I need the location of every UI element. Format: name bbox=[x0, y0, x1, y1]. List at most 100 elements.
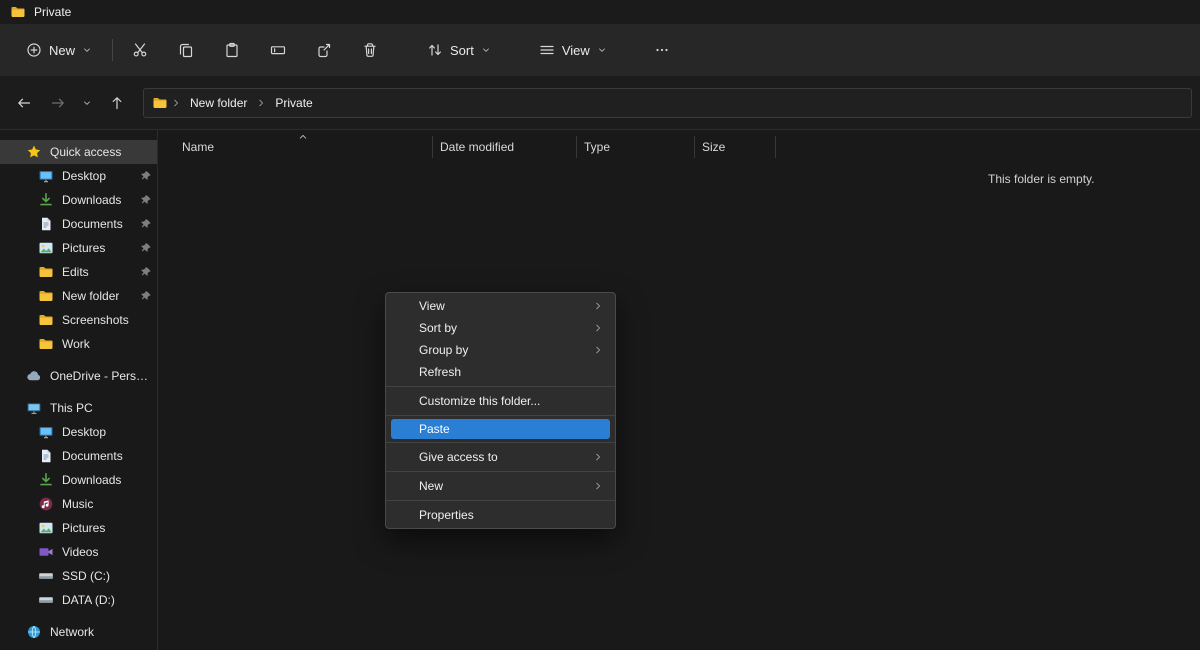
folder-icon bbox=[38, 336, 54, 352]
sidebar-item-label: New folder bbox=[62, 289, 119, 303]
sidebar-item-label: Quick access bbox=[50, 145, 121, 159]
desktop-icon bbox=[38, 424, 54, 440]
menu-item-label: New bbox=[419, 479, 443, 493]
breadcrumb-item-private[interactable]: Private bbox=[267, 93, 320, 113]
sidebar-item-label: Downloads bbox=[62, 473, 121, 487]
menu-separator bbox=[386, 500, 615, 501]
up-button[interactable] bbox=[101, 87, 132, 118]
ellipsis-icon bbox=[654, 42, 670, 58]
column-header-date-modified[interactable]: Date modified bbox=[433, 136, 577, 158]
menu-item-label: Give access to bbox=[419, 450, 498, 464]
paste-button[interactable] bbox=[213, 33, 251, 67]
address-bar[interactable]: New folder Private bbox=[143, 88, 1192, 118]
menu-separator bbox=[386, 471, 615, 472]
breadcrumb-chevron-icon bbox=[256, 98, 266, 108]
sidebar-item-documents[interactable]: Documents bbox=[0, 212, 157, 236]
sidebar-item-label: SSD (C:) bbox=[62, 569, 110, 583]
sort-button[interactable]: Sort bbox=[415, 33, 503, 67]
sidebar-item-pictures[interactable]: Pictures bbox=[0, 236, 157, 260]
sidebar-item-data-d[interactable]: DATA (D:) bbox=[0, 588, 157, 612]
menu-item-label: Customize this folder... bbox=[419, 394, 540, 408]
menu-item-group-by[interactable]: Group by bbox=[386, 339, 615, 361]
sidebar-item-network[interactable]: Network bbox=[0, 620, 157, 644]
sidebar-item-label: Music bbox=[62, 497, 93, 511]
forward-button[interactable] bbox=[42, 87, 73, 118]
menu-item-label: Paste bbox=[419, 422, 450, 436]
drive-icon bbox=[38, 568, 54, 584]
sidebar-item-this-pc[interactable]: This PC bbox=[0, 396, 157, 420]
share-button[interactable] bbox=[305, 33, 343, 67]
new-button-label: New bbox=[49, 43, 75, 58]
menu-item-new[interactable]: New bbox=[386, 475, 615, 497]
sidebar-item-desktop[interactable]: Desktop bbox=[0, 420, 157, 444]
network-icon bbox=[26, 624, 42, 640]
menu-item-customize-this-folder[interactable]: Customize this folder... bbox=[386, 390, 615, 412]
sidebar-item-label: Edits bbox=[62, 265, 89, 279]
sidebar-item-work[interactable]: Work bbox=[0, 332, 157, 356]
recent-locations-button[interactable] bbox=[76, 87, 98, 118]
folder-icon bbox=[152, 95, 168, 111]
forward-icon bbox=[50, 95, 66, 111]
copy-button[interactable] bbox=[167, 33, 205, 67]
sidebar-item-label: Documents bbox=[62, 449, 123, 463]
column-header-size[interactable]: Size bbox=[695, 136, 776, 158]
delete-button[interactable] bbox=[351, 33, 389, 67]
download-icon bbox=[38, 472, 54, 488]
file-list-area[interactable]: NameDate modifiedTypeSize This folder is… bbox=[158, 130, 1200, 650]
sidebar-item-ssd-c[interactable]: SSD (C:) bbox=[0, 564, 157, 588]
sidebar-item-documents[interactable]: Documents bbox=[0, 444, 157, 468]
rename-button[interactable] bbox=[259, 33, 297, 67]
sidebar-item-new-folder[interactable]: New folder bbox=[0, 284, 157, 308]
folder-icon bbox=[38, 288, 54, 304]
sidebar-item-downloads[interactable]: Downloads bbox=[0, 468, 157, 492]
picture-icon bbox=[38, 240, 54, 256]
menu-item-view[interactable]: View bbox=[386, 295, 615, 317]
plus-circle-icon bbox=[26, 42, 42, 58]
rename-icon bbox=[270, 42, 286, 58]
sidebar-item-label: OneDrive - Personal bbox=[50, 369, 152, 383]
breadcrumb-item-new-folder[interactable]: New folder bbox=[182, 93, 255, 113]
menu-separator bbox=[386, 415, 615, 416]
sidebar-item-downloads[interactable]: Downloads bbox=[0, 188, 157, 212]
sidebar-item-label: Downloads bbox=[62, 193, 121, 207]
menu-item-label: Refresh bbox=[419, 365, 461, 379]
chevron-down-icon bbox=[481, 45, 491, 55]
chevron-right-icon bbox=[593, 452, 603, 462]
new-button[interactable]: New bbox=[14, 33, 104, 67]
sidebar-item-pictures[interactable]: Pictures bbox=[0, 516, 157, 540]
file-explorer-window: Private New Sort View bbox=[0, 0, 1200, 650]
sort-ascending-icon bbox=[298, 132, 308, 142]
pin-icon bbox=[140, 218, 152, 230]
sidebar-item-label: Pictures bbox=[62, 521, 105, 535]
sidebar-item-label: Videos bbox=[62, 545, 98, 559]
back-button[interactable] bbox=[8, 87, 39, 118]
sidebar-item-onedrive-personal[interactable]: OneDrive - Personal bbox=[0, 364, 157, 388]
menu-separator bbox=[386, 386, 615, 387]
sidebar-item-edits[interactable]: Edits bbox=[0, 260, 157, 284]
sidebar-item-quick-access[interactable]: Quick access bbox=[0, 140, 157, 164]
column-header-type[interactable]: Type bbox=[577, 136, 695, 158]
menu-item-properties[interactable]: Properties bbox=[386, 504, 615, 526]
music-icon bbox=[38, 496, 54, 512]
sidebar-item-label: Work bbox=[62, 337, 90, 351]
paste-icon bbox=[224, 42, 240, 58]
see-more-button[interactable] bbox=[643, 33, 681, 67]
breadcrumb: New folder Private bbox=[170, 93, 321, 113]
menu-item-label: Group by bbox=[419, 343, 468, 357]
cut-button[interactable] bbox=[121, 33, 159, 67]
menu-item-refresh[interactable]: Refresh bbox=[386, 361, 615, 383]
chevron-down-icon bbox=[82, 98, 92, 108]
sidebar-item-screenshots[interactable]: Screenshots bbox=[0, 308, 157, 332]
back-icon bbox=[16, 95, 32, 111]
share-icon bbox=[316, 42, 332, 58]
sidebar-item-music[interactable]: Music bbox=[0, 492, 157, 516]
menu-item-sort-by[interactable]: Sort by bbox=[386, 317, 615, 339]
sidebar-item-videos[interactable]: Videos bbox=[0, 540, 157, 564]
menu-item-paste[interactable]: Paste bbox=[391, 419, 610, 439]
menu-item-give-access-to[interactable]: Give access to bbox=[386, 446, 615, 468]
view-button[interactable]: View bbox=[527, 33, 619, 67]
pin-icon bbox=[140, 266, 152, 278]
menu-item-label: Properties bbox=[419, 508, 474, 522]
command-bar: New Sort View bbox=[0, 24, 1200, 76]
sidebar-item-desktop[interactable]: Desktop bbox=[0, 164, 157, 188]
